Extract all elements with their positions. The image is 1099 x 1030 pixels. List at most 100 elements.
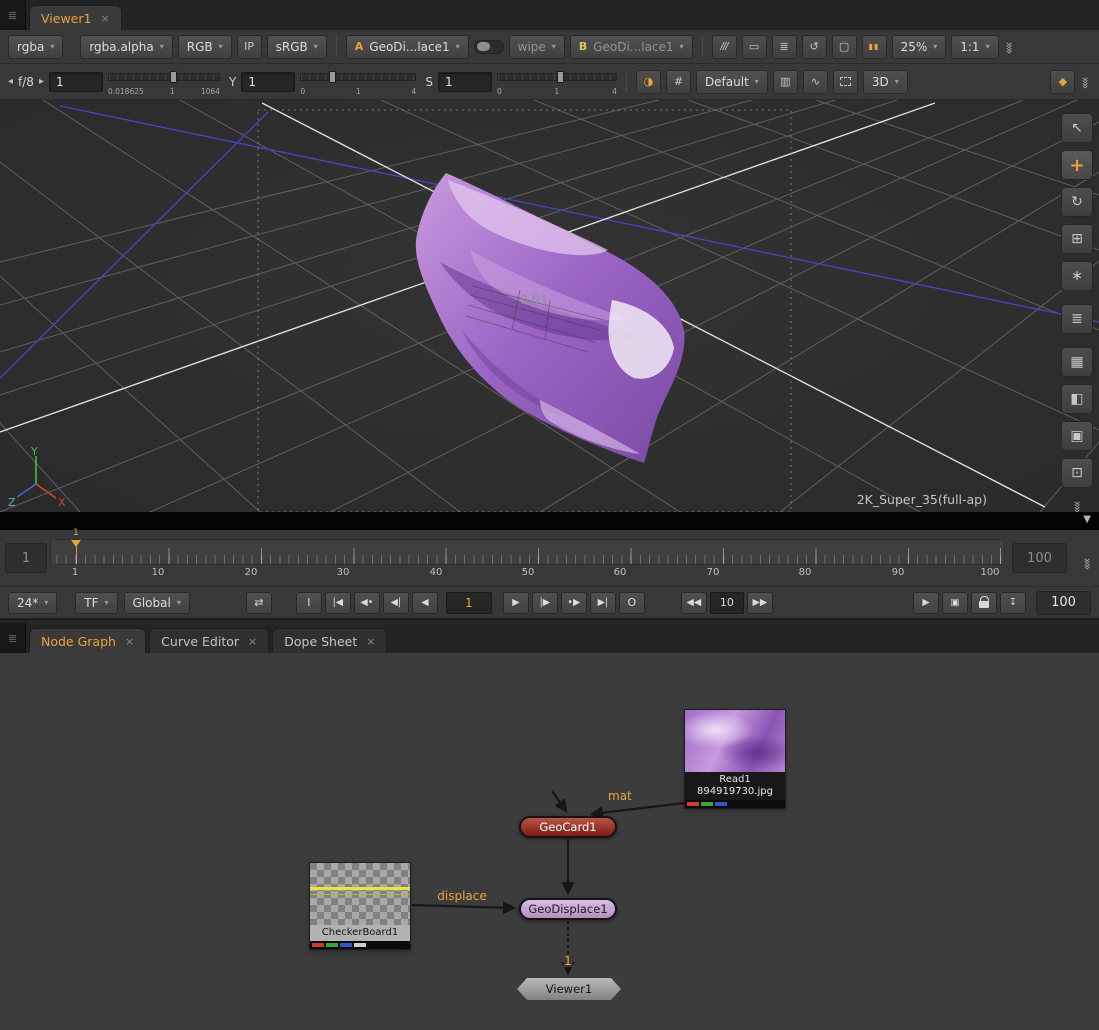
- slider-track[interactable]: [108, 73, 220, 81]
- more-controls-chevron-icon[interactable]: »»: [1079, 76, 1093, 87]
- play-forward-button[interactable]: ▶: [503, 592, 529, 614]
- tab-curve-editor[interactable]: Curve Editor ×: [149, 628, 269, 653]
- slider-handle[interactable]: [557, 71, 564, 83]
- saturation-input[interactable]: [438, 72, 492, 92]
- handles-size-button[interactable]: ≣: [1061, 304, 1093, 334]
- select-tool-button[interactable]: ↖: [1061, 113, 1093, 143]
- set-in-button[interactable]: I: [296, 592, 322, 614]
- node-graph-canvas[interactable]: mat displace 1 Read1 894919730.jpg GeoCa…: [0, 653, 1099, 1030]
- a-buffer-select[interactable]: A GeoDi...lace1 ▾: [346, 35, 469, 59]
- fps-select[interactable]: 24* ▾: [8, 592, 57, 614]
- pause-button[interactable]: ▮▮: [862, 35, 887, 59]
- viewport-chevron-icon[interactable]: »»: [1070, 501, 1084, 512]
- monitor-out-button[interactable]: ▭: [742, 35, 767, 59]
- refresh-button[interactable]: ↺: [802, 35, 827, 59]
- strip-handle-icon[interactable]: ▼: [1083, 514, 1091, 525]
- tab-viewer1[interactable]: Viewer1 ×: [29, 5, 122, 30]
- export-button[interactable]: ↧: [1000, 592, 1026, 614]
- node-read1[interactable]: Read1 894919730.jpg: [685, 710, 785, 808]
- close-icon[interactable]: ×: [100, 12, 109, 25]
- go-start-button[interactable]: |◀: [325, 592, 351, 614]
- gain-prev-icon[interactable]: ◂: [8, 76, 13, 87]
- frame-increment-box[interactable]: 10: [710, 592, 744, 614]
- viewer-handles-button[interactable]: ◆: [1050, 70, 1075, 94]
- range-end-box[interactable]: 100: [1012, 543, 1067, 573]
- end-frame-box[interactable]: 100: [1036, 591, 1091, 615]
- next-keyframe-button[interactable]: •▶: [561, 592, 587, 614]
- stereo-modes-button[interactable]: ▥: [773, 70, 798, 94]
- axis-tool-button[interactable]: ∗: [1061, 261, 1093, 291]
- zoom-select[interactable]: 25% ▾: [892, 35, 947, 59]
- panel-menu-icon[interactable]: ≣: [0, 623, 26, 653]
- translate-tool-button[interactable]: +: [1061, 150, 1093, 180]
- more-controls-chevron-icon[interactable]: »»: [1002, 41, 1016, 52]
- loop-mode-button[interactable]: ⇄: [246, 592, 272, 614]
- view-mode-select[interactable]: 3D ▾: [863, 70, 908, 94]
- b-buffer-select[interactable]: B GeoDi...lace1 ▾: [570, 35, 693, 59]
- slider-handle[interactable]: [170, 71, 177, 83]
- lock-range-button[interactable]: [971, 592, 997, 614]
- prev-keyframe-button[interactable]: ◀•: [354, 592, 380, 614]
- play-backward-button[interactable]: ◀: [412, 592, 438, 614]
- set-out-button[interactable]: O: [619, 592, 645, 614]
- slider-track[interactable]: [300, 73, 416, 81]
- go-end-button[interactable]: ▶|: [590, 592, 616, 614]
- hatch-overlay-button[interactable]: ///: [712, 35, 737, 59]
- colorspace-select[interactable]: sRGB ▾: [267, 35, 327, 59]
- gain-next-icon[interactable]: ▸: [39, 76, 44, 87]
- gamma-input[interactable]: [241, 72, 295, 92]
- tab-dope-sheet[interactable]: Dope Sheet ×: [272, 628, 387, 653]
- displaced-card-geometry[interactable]: [416, 173, 685, 463]
- skip-forward-button[interactable]: ▶▶: [747, 592, 773, 614]
- safe-zone-button[interactable]: ▢: [832, 35, 857, 59]
- grid-display-button[interactable]: ▦: [1061, 347, 1093, 377]
- panel-menu-icon[interactable]: ≣: [0, 0, 26, 30]
- step-back-button[interactable]: ◀|: [383, 592, 409, 614]
- flipbook-button[interactable]: ▶: [913, 592, 939, 614]
- display-mode-button[interactable]: ▣: [942, 592, 968, 614]
- frame-range-select[interactable]: Global ▾: [124, 592, 190, 614]
- timeline-format-select[interactable]: TF ▾: [75, 592, 117, 614]
- split-view-button[interactable]: ◧: [1061, 384, 1093, 414]
- lighting-toggle-button[interactable]: ◑: [636, 70, 661, 94]
- viewer-3d-viewport[interactable]: 0.01 Y X Z 2K_Super_35(full-ap) ↖ + ↻ ⊞ …: [0, 100, 1099, 512]
- close-icon[interactable]: ×: [248, 635, 257, 648]
- proxy-select[interactable]: 1:1 ▾: [951, 35, 998, 59]
- lut-select[interactable]: Default ▾: [696, 70, 768, 94]
- channels-select[interactable]: rgba ▾: [8, 35, 63, 59]
- wipe-mode-select[interactable]: wipe ▾: [509, 35, 565, 59]
- timeline-ruler[interactable]: 1 1 10 20 30 40 50 60 70 80 90 100: [50, 539, 1005, 581]
- display-style-select[interactable]: RGB ▾: [178, 35, 232, 59]
- waveform-button[interactable]: ∿: [803, 70, 828, 94]
- playhead-marker-icon[interactable]: [71, 540, 81, 547]
- step-forward-button[interactable]: |▶: [532, 592, 558, 614]
- frame-display-button[interactable]: ▣: [1061, 421, 1093, 451]
- scale-tool-button[interactable]: ⊞: [1061, 224, 1093, 254]
- ab-blend-toggle[interactable]: [474, 40, 504, 54]
- gamma-slider[interactable]: 0 1 4: [300, 68, 416, 96]
- saturation-slider[interactable]: 0 1 4: [497, 68, 617, 96]
- tab-node-graph[interactable]: Node Graph ×: [29, 628, 146, 653]
- layer-select[interactable]: rgba.alpha ▾: [80, 35, 172, 59]
- roi-button[interactable]: ⊡: [1061, 458, 1093, 488]
- range-start-box[interactable]: 1: [5, 543, 47, 573]
- close-icon[interactable]: ×: [366, 635, 375, 648]
- close-icon[interactable]: ×: [125, 635, 134, 648]
- scanline-button[interactable]: ≣: [772, 35, 797, 59]
- playhead[interactable]: 1: [76, 540, 77, 564]
- node-viewer1[interactable]: Viewer1: [517, 978, 621, 1000]
- node-geodisplace1[interactable]: GeoDisplace1: [519, 898, 617, 920]
- ruler-track[interactable]: 1: [50, 539, 1005, 565]
- gain-input[interactable]: [49, 72, 103, 92]
- input-process-button[interactable]: IP: [237, 35, 262, 59]
- rotate-tool-button[interactable]: ↻: [1061, 187, 1093, 217]
- grid-snap-button[interactable]: #: [666, 70, 691, 94]
- node-checkerboard1[interactable]: CheckerBoard1: [310, 863, 410, 949]
- gain-slider[interactable]: 0.018625 1 1064: [108, 68, 220, 96]
- skip-back-button[interactable]: ◀◀: [681, 592, 707, 614]
- marquee-button[interactable]: [833, 70, 858, 94]
- slider-handle[interactable]: [329, 71, 336, 83]
- node-geocard1[interactable]: GeoCard1: [519, 816, 617, 838]
- current-frame-input[interactable]: [446, 592, 492, 614]
- timeline-chevron-icon[interactable]: »»: [1081, 558, 1095, 569]
